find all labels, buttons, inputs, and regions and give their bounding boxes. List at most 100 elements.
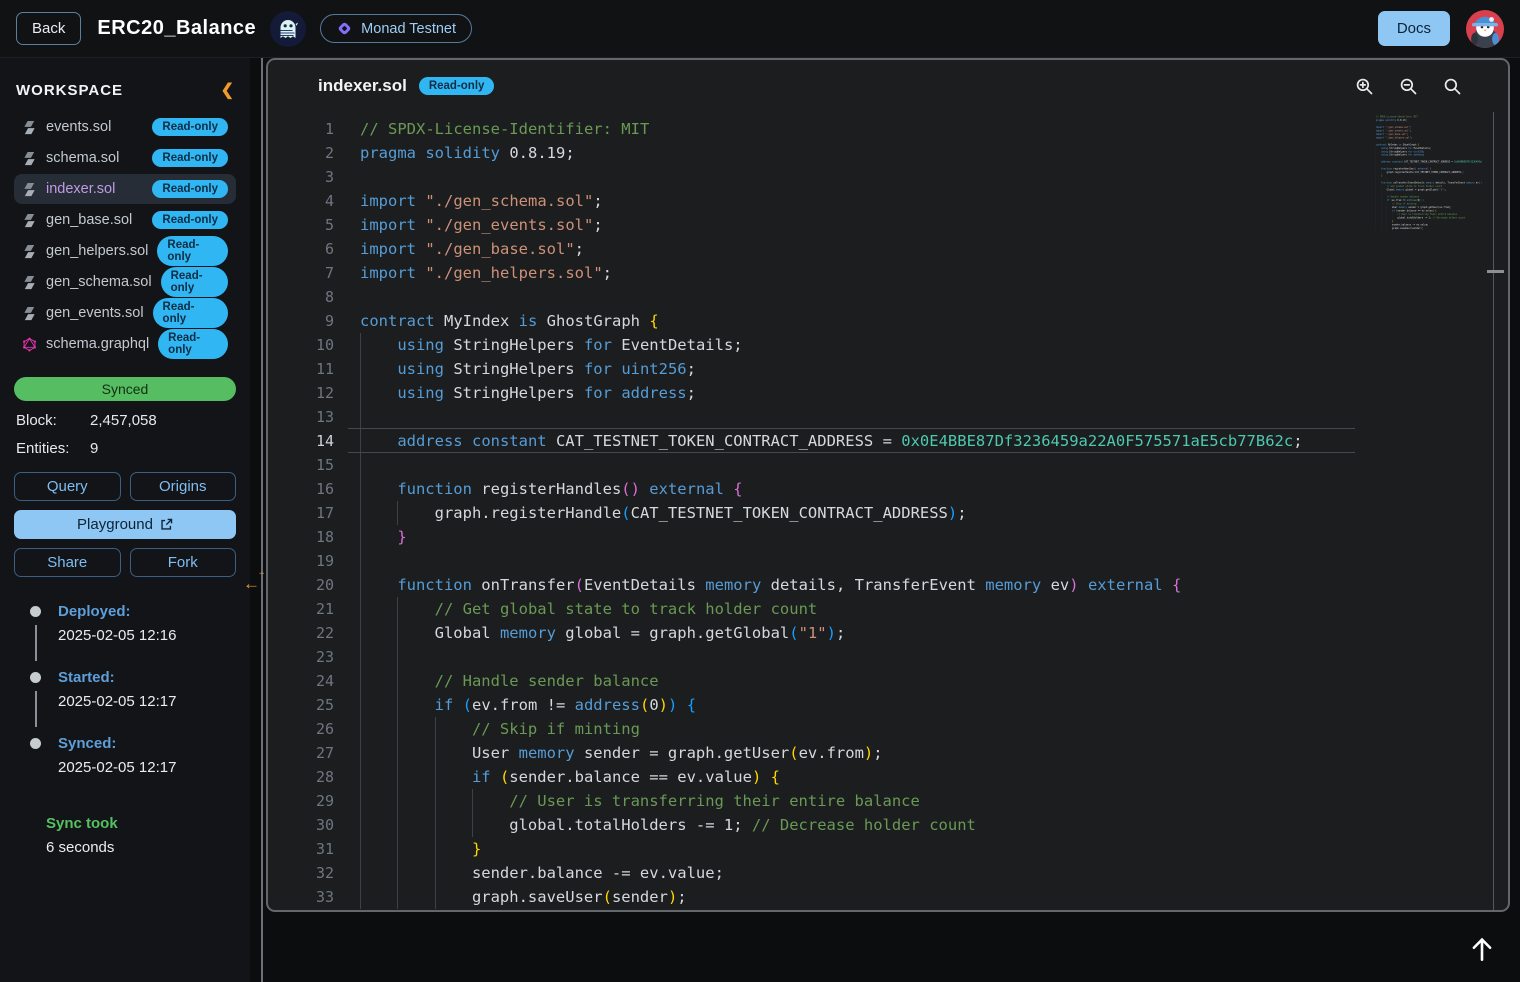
line-content: if (sender.balance == ev.value) { bbox=[334, 765, 780, 789]
search-icon[interactable] bbox=[1443, 77, 1462, 96]
indent-guide bbox=[397, 693, 434, 717]
minimap[interactable]: 1// SPDX-License-Identifier: MIT2pragma … bbox=[1372, 115, 1482, 247]
indent-guide bbox=[360, 597, 397, 621]
code-line: 4import "./gen_schema.sol"; bbox=[268, 189, 1508, 213]
query-button[interactable]: Query bbox=[14, 472, 121, 501]
indent-guide bbox=[360, 717, 397, 741]
indent-guide bbox=[397, 789, 434, 813]
line-number: 28 bbox=[268, 765, 334, 789]
readonly-badge: Read-only bbox=[158, 329, 228, 359]
indent-guide bbox=[360, 837, 397, 861]
sync-duration: Sync took 6 seconds bbox=[14, 815, 236, 856]
deploy-timeline: Deployed:2025-02-05 12:16Started:2025-02… bbox=[14, 603, 236, 801]
line-number: 29 bbox=[268, 789, 334, 813]
scroll-to-top-button[interactable] bbox=[1463, 931, 1501, 969]
collapse-sidebar-icon[interactable]: ❮ bbox=[221, 80, 234, 100]
sidebar-file-indexer-sol[interactable]: indexer.solRead-only bbox=[14, 174, 236, 204]
sidebar-resize-handle[interactable]: → ← bbox=[250, 58, 264, 982]
line-number: 1 bbox=[268, 117, 334, 141]
line-number: 18 bbox=[268, 525, 334, 549]
zoom-out-icon[interactable] bbox=[1399, 77, 1418, 96]
origins-button[interactable]: Origins bbox=[130, 472, 237, 501]
readonly-badge: Read-only bbox=[152, 180, 228, 198]
solidity-file-icon bbox=[22, 151, 37, 166]
back-button[interactable]: Back bbox=[16, 12, 81, 45]
indent-guide bbox=[360, 669, 397, 693]
user-avatar[interactable] bbox=[1466, 10, 1504, 48]
playground-button[interactable]: Playground bbox=[14, 510, 236, 539]
code-line: 3 bbox=[268, 165, 1508, 189]
file-name: gen_base.sol bbox=[46, 212, 132, 228]
line-number: 30 bbox=[268, 813, 334, 837]
sidebar-file-events-sol[interactable]: events.solRead-only bbox=[14, 112, 236, 142]
scrollbar-thumb[interactable] bbox=[1487, 270, 1504, 273]
file-list: events.solRead-onlyschema.solRead-onlyin… bbox=[14, 112, 236, 359]
file-name: schema.graphql bbox=[46, 336, 149, 352]
code-line: 25if (ev.from != address(0)) { bbox=[268, 693, 1508, 717]
sidebar-file-schema-sol[interactable]: schema.solRead-only bbox=[14, 143, 236, 173]
indent-guide bbox=[435, 813, 472, 837]
code-line: 7import "./gen_helpers.sol"; bbox=[268, 261, 1508, 285]
timeline-date: 2025-02-05 12:17 bbox=[58, 693, 236, 710]
line-number: 31 bbox=[268, 837, 334, 861]
code-line: 31} bbox=[268, 837, 1508, 861]
solidity-file-icon bbox=[22, 306, 37, 321]
indent-guide bbox=[397, 621, 434, 645]
share-button[interactable]: Share bbox=[14, 548, 121, 577]
line-content: } bbox=[334, 837, 481, 861]
readonly-badge: Read-only bbox=[419, 77, 495, 95]
indent-guide bbox=[360, 381, 397, 405]
sidebar-file-gen_helpers-sol[interactable]: gen_helpers.solRead-only bbox=[14, 236, 236, 266]
line-content: // Skip if minting bbox=[334, 717, 640, 741]
main-content: indexer.sol Read-only bbox=[264, 58, 1520, 982]
sidebar-file-schema-graphql[interactable]: schema.graphql Read-only bbox=[14, 329, 236, 359]
code-line: 33graph.saveUser(sender); bbox=[1372, 226, 1482, 229]
indent-guide bbox=[360, 333, 397, 357]
line-content: using StringHelpers for uint256; bbox=[334, 357, 696, 381]
code-line: 9contract MyIndex is GhostGraph { bbox=[268, 309, 1508, 333]
indent-guide bbox=[360, 789, 397, 813]
timeline-connector bbox=[35, 625, 37, 661]
docs-button[interactable]: Docs bbox=[1378, 11, 1450, 46]
indent-guide bbox=[472, 813, 509, 837]
indent-guide bbox=[360, 621, 397, 645]
timeline-dot bbox=[30, 738, 41, 749]
line-content: import "./gen_base.sol"; bbox=[334, 237, 584, 261]
sync-status-badge: Synced bbox=[14, 377, 236, 401]
line-content: address constant CAT_TESTNET_TOKEN_CONTR… bbox=[334, 429, 1303, 453]
top-bar: Back ERC20_Balance Monad Testnet Docs bbox=[0, 0, 1520, 58]
code-viewport: 1// SPDX-License-Identifier: MIT2pragma … bbox=[268, 112, 1508, 910]
line-number: 16 bbox=[268, 477, 334, 501]
timeline-item: Started:2025-02-05 12:17 bbox=[14, 669, 236, 735]
readonly-badge: Read-only bbox=[152, 118, 228, 136]
fork-button[interactable]: Fork bbox=[130, 548, 237, 577]
sidebar-file-gen_base-sol[interactable]: gen_base.solRead-only bbox=[14, 205, 236, 235]
line-number: 22 bbox=[268, 621, 334, 645]
block-label: Block: bbox=[16, 412, 90, 429]
indent-guide bbox=[435, 741, 472, 765]
indent-guide bbox=[360, 429, 397, 453]
file-name: gen_helpers.sol bbox=[46, 243, 148, 259]
file-name: gen_schema.sol bbox=[46, 274, 152, 290]
code-line: 1// SPDX-License-Identifier: MIT bbox=[268, 117, 1508, 141]
line-number: 8 bbox=[268, 285, 334, 309]
indent-guide bbox=[397, 741, 434, 765]
line-number: 14 bbox=[268, 429, 334, 453]
workspace-sidebar: WORKSPACE ❮ events.solRead-onlyschema.so… bbox=[0, 58, 250, 982]
sidebar-file-gen_schema-sol[interactable]: gen_schema.solRead-only bbox=[14, 267, 236, 297]
indent-guide bbox=[360, 525, 397, 549]
line-content: User memory sender = graph.getUser(ev.fr… bbox=[334, 741, 883, 765]
zoom-in-icon[interactable] bbox=[1355, 77, 1374, 96]
line-content: using StringHelpers for address; bbox=[334, 381, 696, 405]
code-line: 26// Skip if minting bbox=[268, 717, 1508, 741]
line-content bbox=[334, 549, 397, 573]
line-number: 10 bbox=[268, 333, 334, 357]
line-number: 19 bbox=[268, 549, 334, 573]
indent-guide bbox=[360, 741, 397, 765]
line-number: 17 bbox=[268, 501, 334, 525]
code-line: 2pragma solidity 0.8.19; bbox=[268, 141, 1508, 165]
sidebar-file-gen_events-sol[interactable]: gen_events.solRead-only bbox=[14, 298, 236, 328]
code-line: 23 bbox=[268, 645, 1508, 669]
line-number: 20 bbox=[268, 573, 334, 597]
network-badge[interactable]: Monad Testnet bbox=[320, 14, 472, 43]
